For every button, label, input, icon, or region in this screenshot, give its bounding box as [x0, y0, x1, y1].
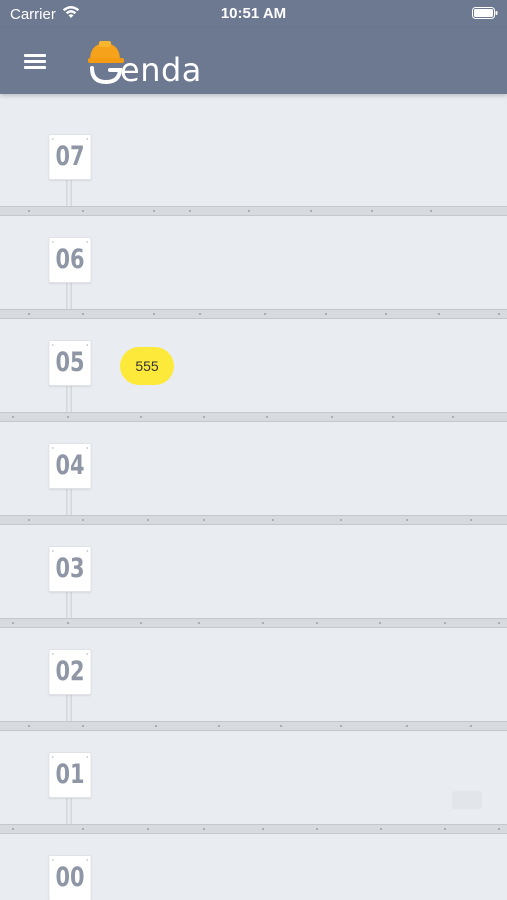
floor-sign: 04 — [48, 443, 92, 489]
floor-sign: 02 — [48, 649, 92, 695]
nav-bar: enda — [0, 28, 507, 94]
logo-text: enda — [120, 51, 202, 89]
sign-post — [66, 384, 72, 412]
sign-post — [66, 178, 72, 206]
clock-time: 10:51 AM — [220, 5, 287, 22]
floor-sign: 05 — [48, 340, 92, 386]
faded-chip — [452, 791, 482, 809]
task-count-badge[interactable]: 555 — [120, 347, 174, 385]
status-bar: Carrier 10:51 AM — [0, 0, 507, 28]
hamburger-menu-icon[interactable] — [18, 46, 52, 76]
floor-row[interactable]: 07 — [0, 94, 507, 206]
floor-divider — [0, 721, 507, 731]
battery-icon — [472, 7, 498, 19]
floor-list[interactable]: 07 06 05 04 03 02 01 00 555 — [0, 94, 507, 900]
floor-sign: 00 — [48, 855, 92, 900]
sign-post — [66, 487, 72, 515]
app-logo: enda — [86, 38, 216, 89]
sign-post — [66, 796, 72, 824]
sign-post — [66, 693, 72, 721]
sign-post — [66, 281, 72, 309]
floor-divider — [0, 206, 507, 216]
floor-divider — [0, 515, 507, 525]
floor-sign: 06 — [48, 237, 92, 283]
floor-divider — [0, 824, 507, 834]
floor-divider — [0, 309, 507, 319]
floor-divider — [0, 412, 507, 422]
floor-sign: 07 — [48, 134, 92, 180]
floor-sign: 03 — [48, 546, 92, 592]
floor-sign: 01 — [48, 752, 92, 798]
floor-divider — [0, 618, 507, 628]
sign-post — [66, 590, 72, 618]
